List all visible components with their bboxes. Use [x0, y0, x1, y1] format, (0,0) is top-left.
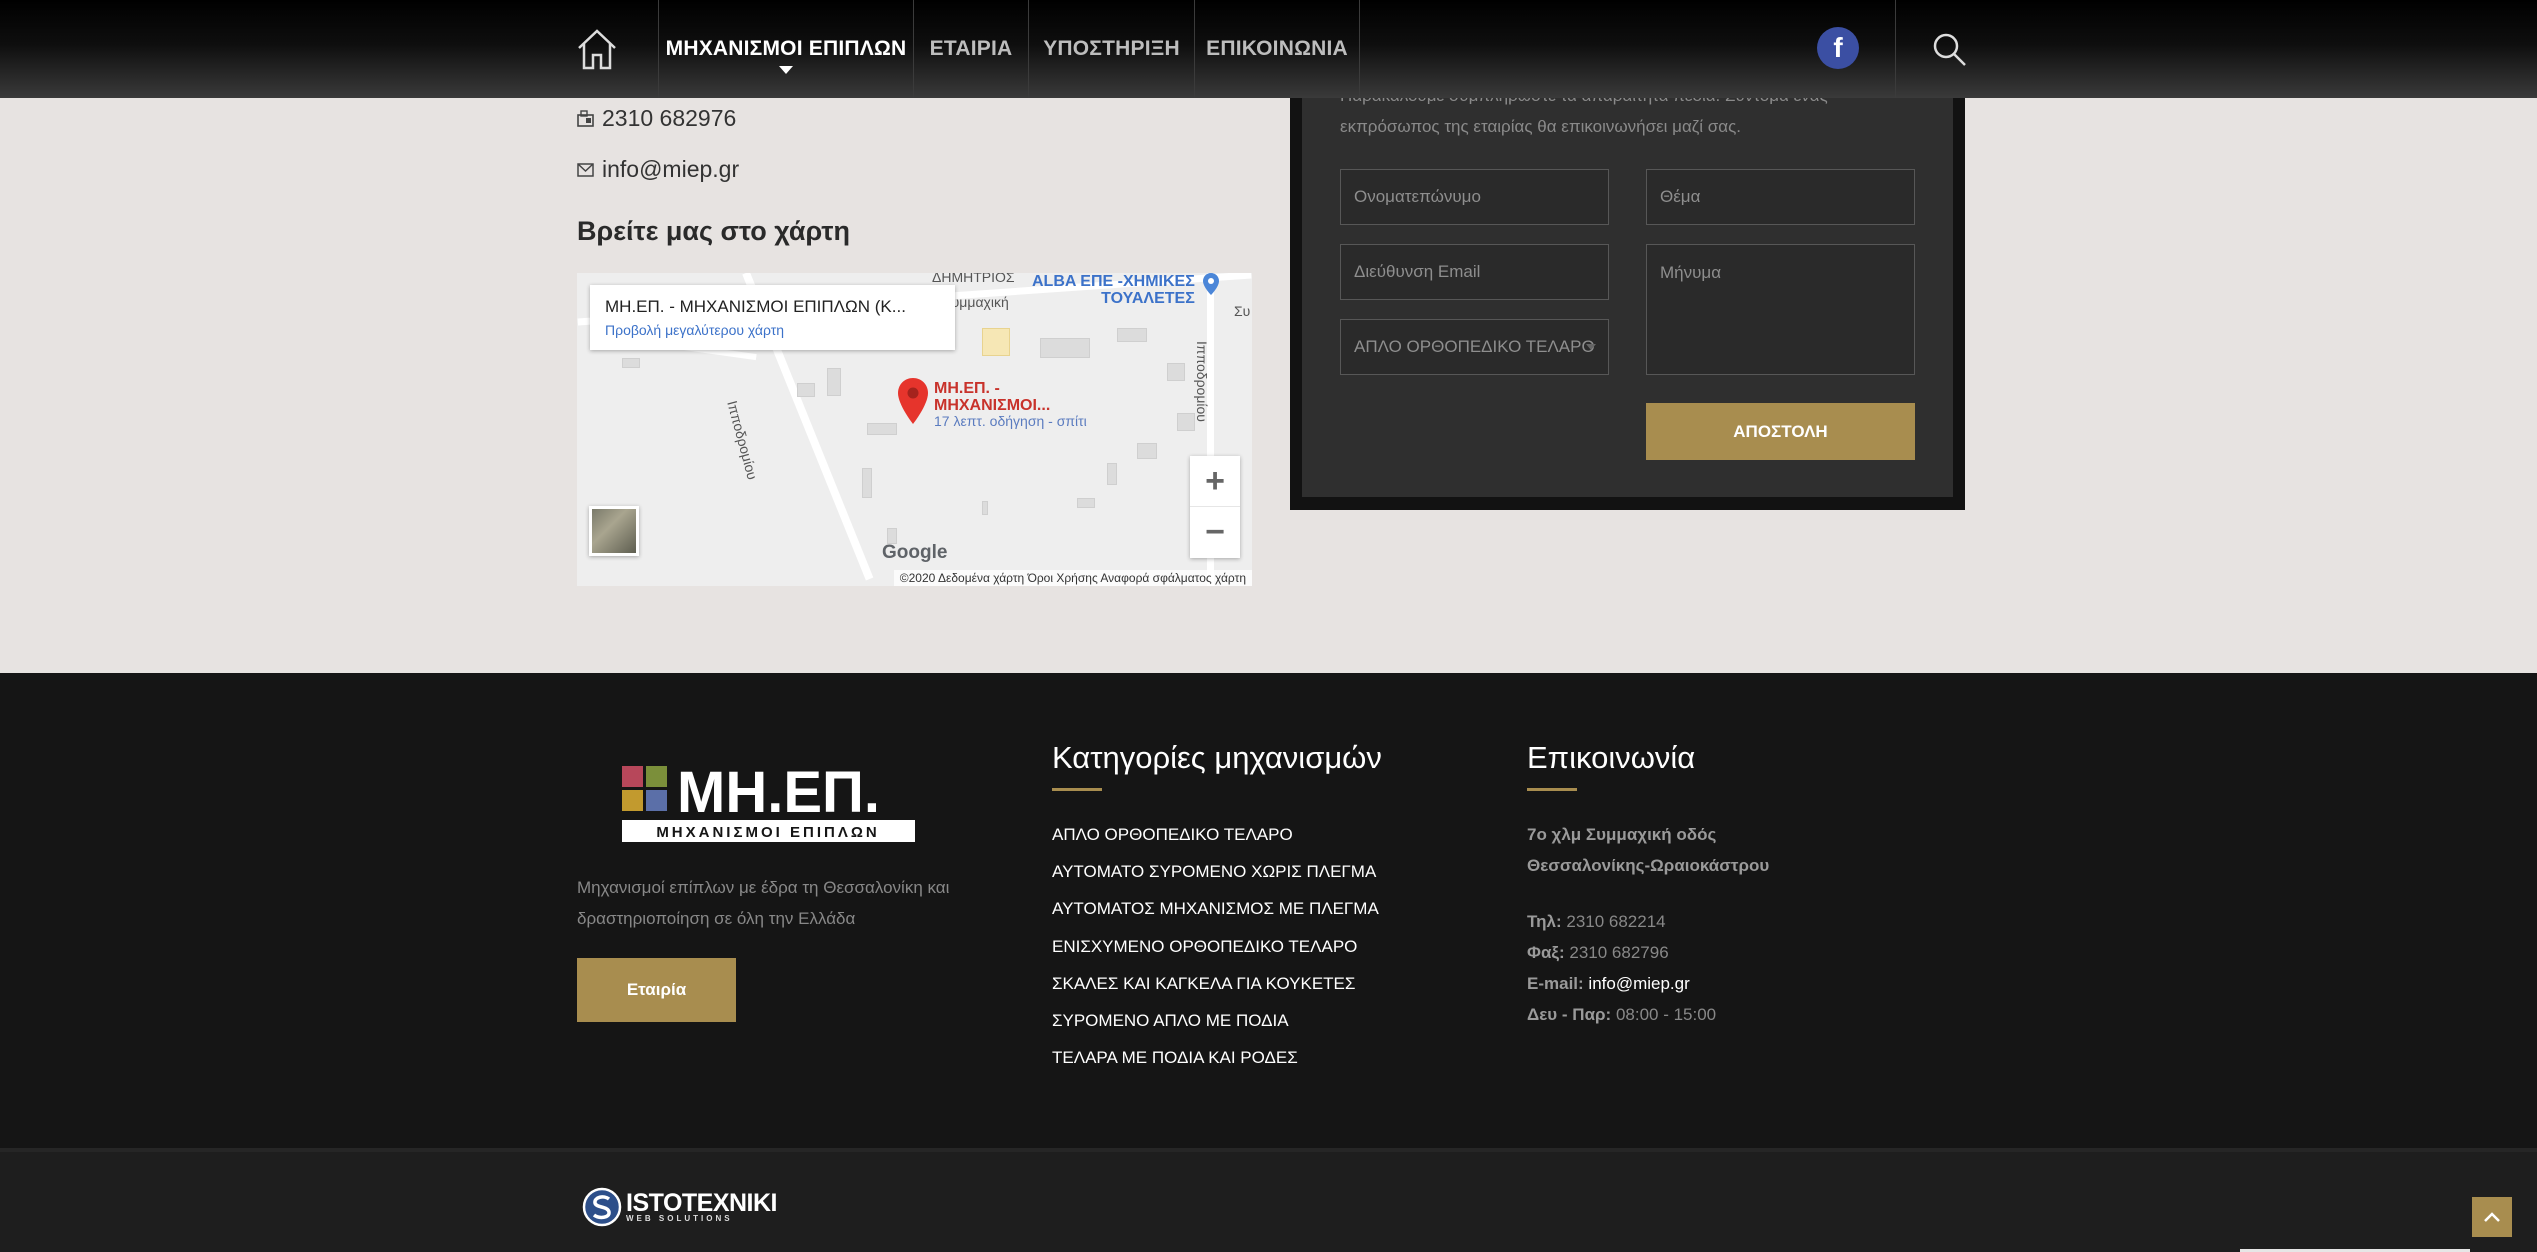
map-place-name: ΜΗ.ΕΠ. - ΜΗΧΑΝΙΣΜΟΙ ΕΠΙΠΛΩΝ (Κ... — [605, 297, 906, 316]
nav-item-contact[interactable]: ΕΠΙΚΟΙΝΩΝΙΑ — [1195, 0, 1359, 98]
fax-icon — [577, 110, 594, 127]
facebook-icon[interactable]: f — [1817, 27, 1859, 69]
map-building — [982, 501, 988, 515]
category-link[interactable]: ΑΥΤΟΜΑΤΟ ΣΥΡΟΜΕΝΟ ΧΩΡΙΣ ΠΛΕΓΜΑ — [1052, 862, 1376, 882]
map-building — [827, 368, 841, 396]
zoom-in-button[interactable]: + — [1190, 456, 1240, 507]
footer-email-link[interactable]: info@miep.gr — [1588, 974, 1689, 993]
chevron-down-icon — [779, 66, 793, 74]
map-zoom-control: + − — [1190, 456, 1240, 558]
google-logo: Google — [882, 542, 948, 563]
name-field[interactable]: Ονοματεπώνυμο — [1340, 169, 1609, 225]
satellite-toggle[interactable] — [589, 506, 639, 556]
footer-address-line: 7ο χλμ Συμμαχική οδός — [1527, 825, 1717, 844]
product-select-value: ΑΠΛΟ ΟΡΘΟΠΕΔΙΚΟ ΤΕΛΑΡΟ — [1354, 337, 1595, 356]
map-pin-icon[interactable] — [897, 378, 929, 424]
product-select[interactable]: ΑΠΛΟ ΟΡΘΟΠΕΔΙΚΟ ΤΕΛΑΡΟ — [1340, 319, 1609, 375]
poi-pin-icon — [1203, 273, 1219, 295]
map-street-label: ΔΗΜΗΤΡΙΟΣ — [932, 273, 1015, 285]
map-building — [1107, 463, 1117, 485]
map-building — [1077, 498, 1095, 508]
istotexniki-logo-icon — [582, 1187, 622, 1227]
svg-text:ΜΗΧΑΝΙΣΜΟΙ ΕΠΙΠΛΩΝ: ΜΗΧΑΝΙΣΜΟΙ ΕΠΙΠΛΩΝ — [656, 824, 879, 841]
nav-divider — [1359, 0, 1360, 98]
category-link[interactable]: ΤΕΛΑΡΑ ΜΕ ΠΟΔΙΑ ΚΑΙ ΡΟΔΕΣ — [1052, 1048, 1298, 1068]
map-pin-label: ΜΗ.ΕΠ. - ΜΗΧΑΝΙΣΜΟΙ... — [934, 380, 1051, 414]
contact-heading: Επικοινωνία — [1527, 740, 1696, 775]
footer-address-line: Θεσσαλονίκης-Ωραιοκάστρου — [1527, 856, 1770, 875]
heading-underline — [1052, 788, 1102, 791]
email-link[interactable]: info@miep.gr — [602, 156, 739, 183]
map-building — [1117, 328, 1147, 342]
map-building — [982, 328, 1010, 356]
heading-underline — [1527, 788, 1577, 791]
view-larger-map-link[interactable]: Προβολή μεγαλύτερου χάρτη — [605, 322, 940, 338]
map-street-label: Συ — [1234, 303, 1251, 319]
chevron-down-icon — [1586, 344, 1596, 350]
footer-hours: Δευ - Παρ: 08:00 - 15:00 — [1527, 1005, 1717, 1024]
map-street-label: Ιπποδρομίου — [1194, 341, 1210, 422]
subject-field[interactable]: Θέμα — [1646, 169, 1915, 225]
submit-button[interactable]: ΑΠΟΣΤΟΛΗ — [1646, 403, 1915, 460]
category-link[interactable]: ΕΝΙΣΧΥΜΕΝΟ ΟΡΘΟΠΕΔΙΚΟ ΤΕΛΑΡΟ — [1052, 937, 1357, 957]
category-link[interactable]: ΑΠΛΟ ΟΡΘΟΠΕΔΙΚΟ ΤΕΛΑΡΟ — [1052, 825, 1293, 845]
map-building — [797, 383, 815, 397]
message-textarea[interactable]: Μήνυμα — [1646, 244, 1915, 375]
map-place-card: ΜΗ.ΕΠ. - ΜΗΧΑΝΙΣΜΟΙ ΕΠΙΠΛΩΝ (Κ... Προβολ… — [590, 285, 955, 350]
nav-item-mechanisms[interactable]: ΜΗΧΑΝΙΣΜΟΙ ΕΠΙΠΛΩΝ — [659, 0, 913, 98]
svg-text:ΜΗ.ΕΠ.: ΜΗ.ΕΠ. — [677, 762, 880, 825]
google-map[interactable]: ΔΗΜΗΤΡΙΟΣ Συμμαχική Ιπποδρομίου Ιπποδρομ… — [577, 273, 1252, 586]
developer-credit-logo[interactable]: ISTOTEXNIKI WEB SOLUTIONS — [582, 1187, 778, 1227]
categories-heading: Κατηγορίες μηχανισμών — [1052, 740, 1382, 775]
map-poi-label: ALBA ΕΠΕ -ΧΗΜΙΚΕΣ ΤΟΥΑΛΕΤΕΣ — [1032, 273, 1195, 307]
phone-number: 2310 682976 — [602, 105, 737, 131]
company-logo[interactable]: ΜΗ.ΕΠ. ΜΗΧΑΝΙΣΜΟΙ ΕΠΙΠΛΩΝ — [622, 762, 917, 842]
zoom-out-button[interactable]: − — [1190, 507, 1240, 558]
nav-divider — [1895, 0, 1896, 98]
company-button[interactable]: Εταιρία — [577, 958, 736, 1022]
top-navigation-bar: ΜΗΧΑΝΙΣΜΟΙ ΕΠΙΠΛΩΝ ΕΤΑΙΡΙΑ ΥΠΟΣΤΗΡΙΞΗ ΕΠ… — [0, 0, 2537, 98]
map-building — [862, 468, 872, 498]
search-icon[interactable] — [1931, 31, 1967, 67]
email-line: info@miep.gr — [577, 156, 739, 183]
chevron-up-icon — [2484, 1212, 2500, 1222]
category-link[interactable]: ΣΥΡΟΜΕΝΟ ΑΠΛΟ ΜΕ ΠΟΔΙΑ — [1052, 1011, 1289, 1031]
map-building — [1137, 443, 1157, 459]
map-pin-drive-time: 17 λεπτ. οδήγηση - σπίτι — [934, 413, 1087, 429]
back-to-top-button[interactable] — [2472, 1197, 2512, 1237]
map-building — [867, 423, 897, 435]
phone-line: 2310 682976 — [577, 105, 736, 132]
category-link[interactable]: ΣΚΑΛΕΣ ΚΑΙ ΚΑΓΚΕΛΑ ΓΙΑ ΚΟΥΚΕΤΕΣ — [1052, 974, 1355, 994]
nav-item-company[interactable]: ΕΤΑΙΡΙΑ — [914, 0, 1028, 98]
footer-fax: Φαξ: 2310 682796 — [1527, 943, 1669, 962]
footer-about-text: Μηχανισμοί επίπλων με έδρα τη Θεσσαλονίκ… — [577, 878, 950, 928]
bottom-bar — [0, 1148, 2537, 1252]
map-attribution[interactable]: ©2020 Δεδομένα χάρτη Όροι Χρήσης Αναφορά… — [893, 570, 1252, 586]
map-building — [1167, 363, 1185, 381]
home-icon[interactable] — [575, 27, 619, 71]
footer-email: E-mail: info@miep.gr — [1527, 974, 1690, 993]
nav-item-support[interactable]: ΥΠΟΣΤΗΡΙΞΗ — [1029, 0, 1194, 98]
envelope-icon — [577, 162, 594, 177]
map-building — [1177, 413, 1195, 431]
map-street-label: Ιπποδρομίου — [724, 398, 761, 482]
footer-phone: Τηλ: 2310 682214 — [1527, 912, 1666, 931]
map-building — [1040, 338, 1090, 358]
email-field[interactable]: Διεύθυνση Email — [1340, 244, 1609, 300]
map-building — [622, 358, 640, 368]
category-link[interactable]: ΑΥΤΟΜΑΤΟΣ ΜΗΧΑΝΙΣΜΟΣ ΜΕ ΠΛΕΓΜΑ — [1052, 899, 1379, 919]
map-heading: Βρείτε μας στο χάρτη — [577, 216, 850, 246]
